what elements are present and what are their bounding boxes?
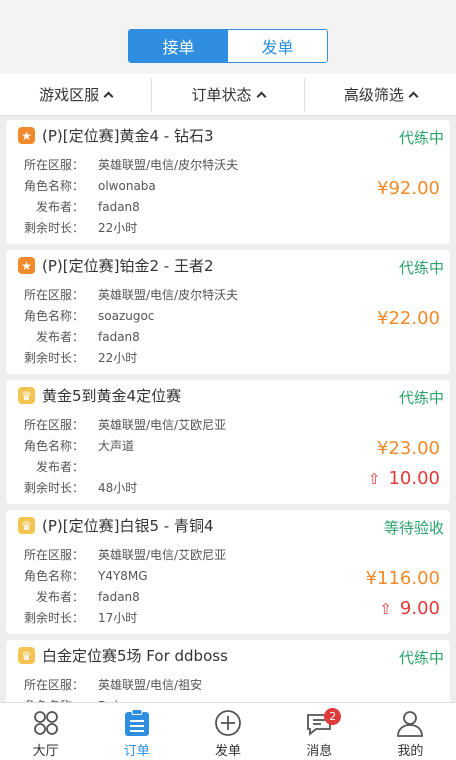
crown-badge-icon: ♛ bbox=[18, 387, 35, 404]
order-card[interactable]: ★ (P)[定位赛]铂金2 - 王者2 代练中 所在区服： 英雄联盟/电信/皮尔特… bbox=[6, 250, 450, 374]
publisher-label: 发布者： bbox=[35, 590, 84, 604]
message-count-badge: 2 bbox=[324, 708, 342, 725]
order-status: 代练中 bbox=[398, 649, 444, 667]
role-value: olwonaba bbox=[98, 178, 156, 193]
order-title: (P)[定位赛]黄金4 - 钻石3 bbox=[42, 127, 214, 145]
order-title: 白金定位赛5场 For ddboss bbox=[42, 647, 228, 665]
role-value: 大声道 bbox=[98, 439, 135, 453]
publisher-value: fadan8 bbox=[98, 589, 140, 604]
tab-publish-orders[interactable]: 发单 bbox=[228, 30, 327, 62]
order-status: 代练中 bbox=[398, 389, 444, 407]
tab-mine[interactable]: 我的 bbox=[365, 703, 456, 760]
order-card[interactable]: ♛ 白金定位赛5场 For ddboss 代练中 所在区服： 英雄联盟/电信/祖安… bbox=[6, 640, 450, 702]
order-price: ¥116.00 bbox=[365, 568, 440, 589]
tab-receive-orders[interactable]: 接单 bbox=[129, 30, 228, 62]
server-label: 所在区服： bbox=[23, 548, 84, 562]
role-label: 角色名称： bbox=[23, 309, 84, 323]
tab-hall[interactable]: 大厅 bbox=[0, 703, 91, 760]
remaining-value: 17小时 bbox=[98, 611, 138, 625]
publisher-value: fadan8 bbox=[98, 329, 140, 344]
order-card[interactable]: ♛ (P)[定位赛]白银5 - 青铜4 等待验收 所在区服： 英雄联盟/电信/艾欧… bbox=[6, 510, 450, 634]
crown-badge-icon: ♛ bbox=[18, 517, 35, 534]
filter-bar: 游戏区服 订单状态 高级筛选 bbox=[0, 74, 456, 116]
chevron-up-icon bbox=[103, 91, 114, 102]
order-bonus: ⇧ 9.00 bbox=[379, 598, 440, 619]
role-value: soazugoc bbox=[98, 308, 155, 323]
order-icon bbox=[122, 708, 152, 738]
order-bonus: ⇧ 10.00 bbox=[368, 468, 440, 489]
role-value: Y4Y8MG bbox=[98, 568, 148, 583]
tab-orders[interactable]: 订单 bbox=[91, 703, 182, 760]
chevron-up-icon bbox=[256, 91, 266, 102]
filter-game-server[interactable]: 游戏区服 bbox=[0, 78, 153, 111]
server-value: 英雄联盟/电信/艾欧尼亚 bbox=[98, 548, 227, 562]
server-value: 英雄联盟/电信/皮尔特沃夫 bbox=[98, 158, 239, 172]
bonus-value: 10.00 bbox=[388, 468, 440, 489]
tab-label: 发单 bbox=[215, 744, 242, 759]
server-value: 英雄联盟/电信/祖安 bbox=[98, 678, 203, 692]
star-badge-icon: ★ bbox=[18, 257, 35, 274]
remaining-label: 剩余时长： bbox=[23, 351, 84, 365]
order-mode-segment: 接单 发单 bbox=[128, 29, 328, 63]
order-title: 黄金5到黄金4定位赛 bbox=[42, 387, 182, 405]
plus-circle-icon bbox=[213, 708, 243, 738]
order-price: ¥23.00 bbox=[377, 438, 440, 459]
chevron-up-icon bbox=[408, 91, 419, 102]
bonus-up-icon: ⇧ bbox=[367, 469, 381, 488]
tab-label: 我的 bbox=[397, 744, 424, 759]
order-status: 代练中 bbox=[398, 259, 444, 277]
remaining-value: 48小时 bbox=[98, 481, 138, 495]
server-label: 所在区服： bbox=[23, 288, 84, 302]
order-title: (P)[定位赛]白银5 - 青铜4 bbox=[42, 517, 214, 535]
star-badge-icon: ★ bbox=[18, 127, 35, 144]
publisher-value: fadan8 bbox=[98, 199, 140, 214]
order-price: ¥22.00 bbox=[377, 308, 440, 329]
server-label: 所在区服： bbox=[23, 418, 84, 432]
order-price: ¥92.00 bbox=[377, 178, 440, 199]
remaining-label: 剩余时长： bbox=[23, 481, 84, 495]
user-icon bbox=[395, 708, 425, 738]
role-label: 角色名称： bbox=[23, 179, 84, 193]
bonus-up-icon: ⇧ bbox=[379, 599, 392, 618]
order-status: 代练中 bbox=[398, 129, 444, 147]
publisher-label: 发布者： bbox=[35, 330, 84, 344]
order-status: 等待验收 bbox=[383, 519, 444, 537]
tab-label: 订单 bbox=[123, 744, 150, 759]
server-value: 英雄联盟/电信/艾欧尼亚 bbox=[98, 418, 227, 432]
publisher-label: 发布者： bbox=[35, 200, 84, 214]
role-label: 角色名称： bbox=[23, 569, 84, 583]
tab-label: 消息 bbox=[306, 744, 333, 759]
publisher-label: 发布者： bbox=[35, 460, 84, 474]
filter-order-status[interactable]: 订单状态 bbox=[152, 78, 305, 111]
order-card[interactable]: ♛ 黄金5到黄金4定位赛 代练中 所在区服： 英雄联盟/电信/艾欧尼亚 角色名称：… bbox=[6, 380, 450, 504]
crown-badge-icon: ♛ bbox=[18, 647, 35, 664]
tab-publish[interactable]: 发单 bbox=[182, 703, 273, 760]
remaining-value: 22小时 bbox=[98, 221, 138, 235]
filter-label: 订单状态 bbox=[191, 86, 252, 104]
bonus-value: 9.00 bbox=[399, 598, 440, 619]
filter-advanced[interactable]: 高级筛选 bbox=[305, 78, 456, 111]
server-label: 所在区服： bbox=[23, 678, 84, 692]
server-value: 英雄联盟/电信/皮尔特沃夫 bbox=[98, 288, 239, 302]
top-bar: 接单 发单 bbox=[0, 0, 456, 74]
filter-label: 高级筛选 bbox=[343, 86, 404, 104]
order-title: (P)[定位赛]铂金2 - 王者2 bbox=[42, 257, 214, 275]
tab-label: 大厅 bbox=[32, 744, 59, 759]
order-card[interactable]: ★ (P)[定位赛]黄金4 - 钻石3 代练中 所在区服： 英雄联盟/电信/皮尔特… bbox=[6, 120, 450, 244]
tab-messages[interactable]: 2 消息 bbox=[274, 703, 365, 760]
bottom-tab-bar: 大厅 订单 发单 2 消息 我的 bbox=[0, 702, 456, 760]
filter-label: 游戏区服 bbox=[39, 86, 100, 104]
role-label: 角色名称： bbox=[23, 439, 84, 453]
remaining-label: 剩余时长： bbox=[23, 221, 84, 235]
remaining-value: 22小时 bbox=[98, 351, 138, 365]
hall-icon bbox=[31, 708, 61, 738]
server-label: 所在区服： bbox=[23, 158, 84, 172]
remaining-label: 剩余时长： bbox=[23, 611, 84, 625]
order-list: ★ (P)[定位赛]黄金4 - 钻石3 代练中 所在区服： 英雄联盟/电信/皮尔特… bbox=[6, 120, 450, 702]
